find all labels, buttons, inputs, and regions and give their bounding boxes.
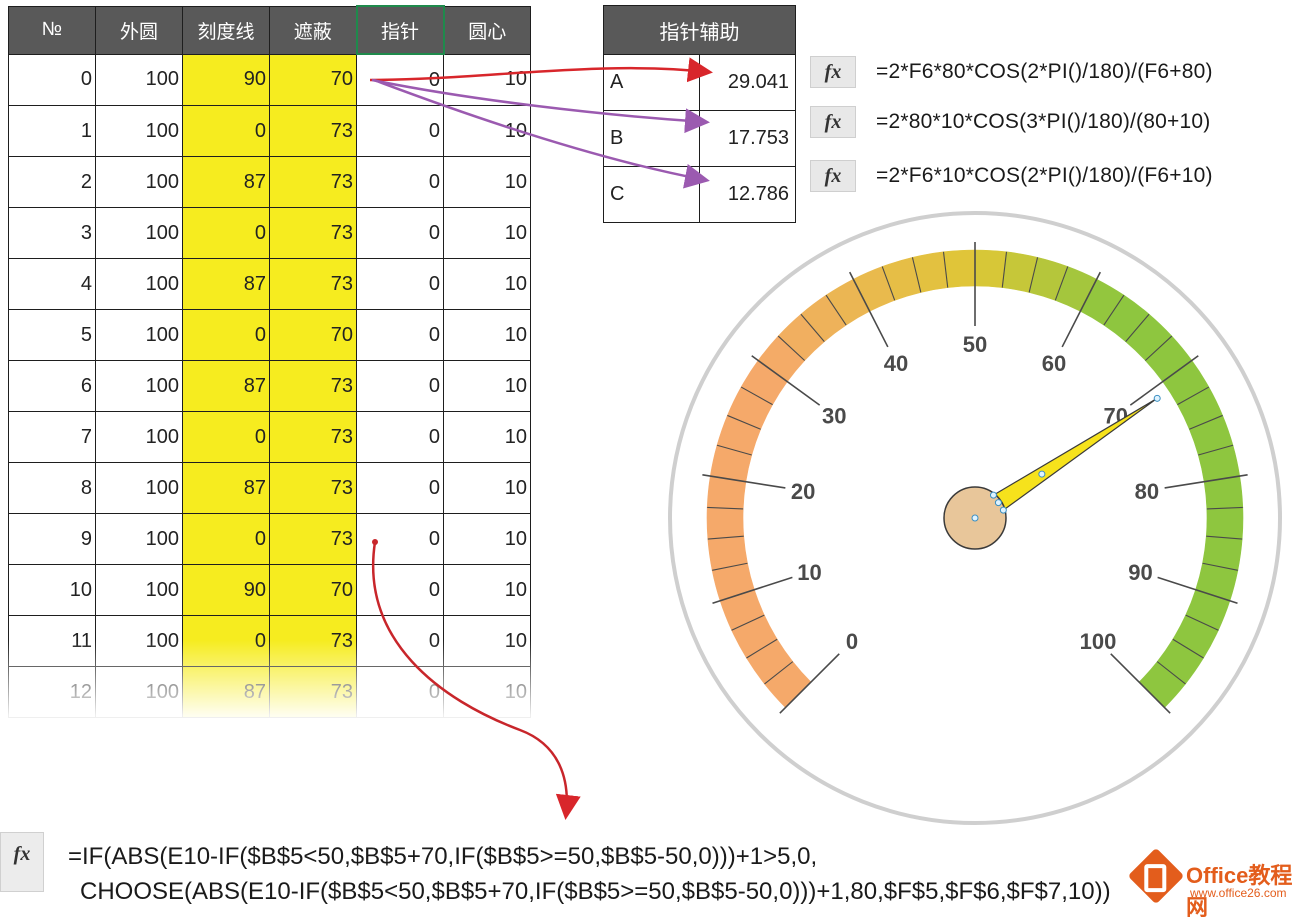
gauge-band-segment (974, 249, 1007, 288)
selection-handle (971, 514, 979, 522)
gauge-band-segment (943, 249, 976, 288)
arrow-c (373, 78, 710, 189)
gauge-label: 20 (791, 479, 815, 504)
gauge-label: 40 (884, 351, 908, 376)
gauge-label: 50 (963, 332, 987, 357)
selection-handle (994, 499, 1002, 507)
bottom-formula-line1: =IF(ABS(E10-IF($B$5<50,$B$5+70,IF($B$5>=… (68, 843, 818, 870)
fx-icon[interactable]: fx (0, 832, 44, 892)
gauge-label: 0 (846, 629, 858, 654)
arrow-b (371, 78, 710, 134)
gauge-label: 30 (822, 404, 846, 429)
arrow-bottom (372, 541, 581, 820)
gauge-label: 90 (1128, 560, 1152, 585)
bottom-formula-line2: CHOOSE(ABS(E10-IF($B$5<50,$B$5+70,IF($B$… (80, 878, 1111, 905)
arrow-bottom-origin (372, 539, 378, 545)
gauge-label: 80 (1135, 479, 1159, 504)
gauge-band-segment (706, 507, 745, 540)
office-logo-icon (1127, 847, 1185, 905)
gauge-label: 100 (1080, 629, 1117, 654)
selection-handle (1038, 470, 1046, 478)
watermark-logo: Office教程网 www.office26.com (1127, 847, 1298, 920)
selection-handle (989, 491, 997, 499)
gauge-label: 60 (1042, 351, 1066, 376)
gauge-chart: 0102030405060708090100 (369, 57, 1282, 825)
selection-handle (999, 506, 1007, 514)
arrow-a (369, 57, 713, 83)
gauge-band-segment (1205, 507, 1244, 540)
gauge-label: 10 (797, 560, 821, 585)
watermark-url: www.office26.com (1190, 886, 1287, 900)
selection-handle (1153, 394, 1161, 402)
